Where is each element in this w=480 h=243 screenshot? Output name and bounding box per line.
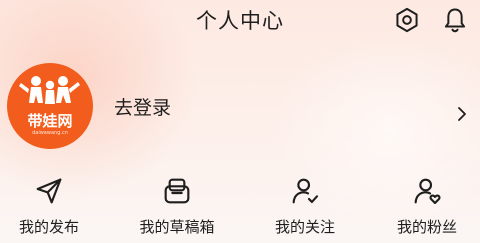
drafts-box-icon xyxy=(160,174,194,208)
chevron-right-icon[interactable] xyxy=(455,104,469,124)
personal-center-page: 个人中心 带娃网 daiwawang.cn 去登录 我的发布 我的草稿箱 我的关… xyxy=(0,0,480,243)
menu-item-label: 我的草稿箱 xyxy=(139,218,215,236)
bell-icon[interactable] xyxy=(441,6,469,34)
send-icon xyxy=(32,174,66,208)
avatar-logo-icon xyxy=(19,76,80,104)
gear-icon[interactable] xyxy=(393,6,421,34)
menu-item-my-following[interactable]: 我的关注 xyxy=(250,172,360,243)
avatar-logo-subtext: daiwawang.cn xyxy=(32,130,68,136)
avatar-logo-text: 带娃网 xyxy=(27,112,73,130)
user-check-icon xyxy=(288,174,322,208)
menu-item-my-drafts[interactable]: 我的草稿箱 xyxy=(122,172,232,243)
menu-item-label: 我的关注 xyxy=(274,218,335,236)
menu-item-label: 我的发布 xyxy=(18,218,79,236)
menu-item-my-posts[interactable]: 我的发布 xyxy=(0,172,104,243)
avatar[interactable]: 带娃网 daiwawang.cn xyxy=(7,63,93,149)
user-heart-icon xyxy=(410,174,444,208)
menu-item-my-followers[interactable]: 我的粉丝 xyxy=(372,172,480,243)
login-link[interactable]: 去登录 xyxy=(114,94,171,122)
menu-item-label: 我的粉丝 xyxy=(396,218,457,236)
